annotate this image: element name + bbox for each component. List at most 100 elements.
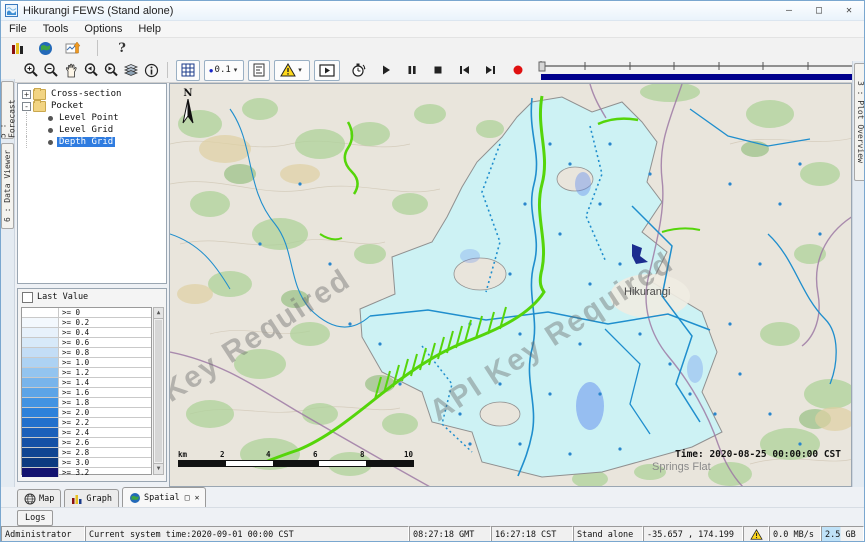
warning-dropdown[interactable]: ▾ [274,60,310,81]
app-window: Hikurangi FEWS (Stand alone) — □ ✕ File … [0,0,865,542]
info-icon[interactable] [141,60,161,80]
tab-map[interactable]: Map [17,489,61,507]
status-mode: Stand alone [573,526,643,542]
map-time-label: Time: 2020-08-25 00:00:00 CST [675,449,841,460]
logs-row: Logs [1,507,864,526]
tab-data-viewer[interactable]: 6 : Data Viewer [1,143,14,229]
map-canvas: Hikurangi Springs Flat API Key Required … [170,84,852,487]
legend-row-label: >= 2.2 [59,418,89,427]
legend-row: >= 2.6 [22,438,151,448]
stop-button[interactable] [428,60,448,80]
chevron-down-icon: ▾ [298,66,302,74]
step-back-button[interactable] [454,60,474,80]
tree-item-depth-grid[interactable]: Depth Grid [18,136,166,148]
legend-header: Last Value [18,289,166,305]
legend-row-label: >= 0.4 [59,328,89,337]
tree-item-label: Cross-section [49,89,123,99]
layers-icon[interactable] [121,60,141,80]
time-slider-handle [539,62,545,71]
legend-color-swatch [22,318,59,327]
status-local-time: 16:27:18 CST [491,526,573,542]
step-forward-button[interactable] [480,60,500,80]
pan-hand-icon[interactable] [61,60,81,80]
app-icon [5,4,18,17]
scroll-thumb[interactable] [155,320,162,462]
map-viewport[interactable]: Hikurangi Springs Flat API Key Required … [169,83,852,487]
tree-item-label: Level Grid [57,125,115,135]
menu-options[interactable]: Options [76,22,130,36]
legend-row-label: >= 1.8 [59,398,89,407]
tab-maximize-icon[interactable]: □ [185,493,190,502]
bottom-tab-bar: Map Graph Spatial □ ✕ [1,487,864,507]
legend-scrollbar[interactable]: ▲ ▼ [153,307,164,475]
minimize-button[interactable]: — [774,1,804,20]
globe-icon[interactable] [35,38,55,58]
record-button[interactable] [508,60,528,80]
left-tab-strip: 5 : Forecast 6 : Data Viewer [1,79,15,487]
tree-item-level-grid[interactable]: Level Grid [18,124,166,136]
tree-item-level-point[interactable]: Level Point [18,112,166,124]
grid-button[interactable] [176,60,200,81]
legend-row-label: >= 1.2 [59,368,89,377]
legend-rows: >= 0>= 0.2>= 0.4>= 0.6>= 0.8>= 1.0>= 1.2… [21,307,152,475]
scroll-up-icon[interactable]: ▲ [154,308,163,319]
status-warning[interactable] [743,526,769,542]
scale-bar-segments [178,460,414,467]
legend-row: >= 1.0 [22,358,151,368]
legend-row-label: >= 1.6 [59,388,89,397]
maximize-button[interactable]: □ [804,1,834,20]
time-reset-icon[interactable] [348,60,368,80]
timeseries-icon[interactable] [63,38,83,58]
status-network-speed: 0.0 MB/s [769,526,821,542]
tree-item-label: Pocket [49,101,86,111]
legend-row: >= 2.4 [22,428,151,438]
zoom-next-icon[interactable] [101,60,121,80]
pause-button[interactable] [402,60,422,80]
legend-row: >= 1.8 [22,398,151,408]
tree-item-cross-section[interactable]: + Cross-section [18,88,166,100]
threshold-value: 0.1 [215,65,231,75]
threshold-dropdown[interactable]: ● 0.1 ▾ [204,60,244,81]
tab-graph[interactable]: Graph [64,489,119,507]
animation-button[interactable] [314,60,340,81]
play-button[interactable] [376,60,396,80]
bar-chart-icon [71,493,83,505]
tab-forecast[interactable]: 5 : Forecast [1,81,14,139]
layer-list-button[interactable] [248,60,270,81]
menu-help[interactable]: Help [130,22,169,36]
north-label: N [178,88,198,99]
legend-row-label: >= 2.8 [59,448,89,457]
status-coordinates: -35.657 , 174.199 [643,526,743,542]
tab-spatial-label: Spatial [144,493,180,503]
time-slider[interactable] [538,59,856,81]
legend-row-label: >= 1.0 [59,358,89,367]
legend-color-swatch [22,418,59,427]
help-button[interactable]: ? [112,38,132,58]
logs-button[interactable]: Logs [17,510,53,526]
tree-item-pocket[interactable]: - Pocket [18,100,166,112]
legend-row: >= 0.6 [22,338,151,348]
close-button[interactable]: ✕ [834,1,864,20]
tab-plot-overview[interactable]: 3 : Plot Overview [854,63,865,181]
zoom-in-icon[interactable] [21,60,41,80]
legend-color-swatch [22,438,59,447]
zoom-out-icon[interactable] [41,60,61,80]
expand-icon[interactable]: + [22,90,31,99]
legend-color-swatch [22,368,59,377]
right-tab-strip: 3 : Plot Overview [852,61,865,487]
legend-row-label: >= 3.0 [59,458,89,467]
collapse-icon[interactable]: - [22,102,31,111]
menu-file[interactable]: File [1,22,35,36]
menu-tools[interactable]: Tools [35,22,77,36]
tree-connector [26,136,48,148]
zoom-previous-icon[interactable] [81,60,101,80]
last-value-checkbox[interactable] [22,292,33,303]
scale-unit: km [178,450,187,459]
scale-tick: 2 [220,450,225,459]
tab-spatial[interactable]: Spatial □ ✕ [122,487,206,507]
legend-row: >= 2.2 [22,418,151,428]
database-icon[interactable] [7,38,27,58]
warning-icon [280,63,296,77]
scroll-down-icon[interactable]: ▼ [154,463,163,474]
tab-close-icon[interactable]: ✕ [195,493,200,502]
